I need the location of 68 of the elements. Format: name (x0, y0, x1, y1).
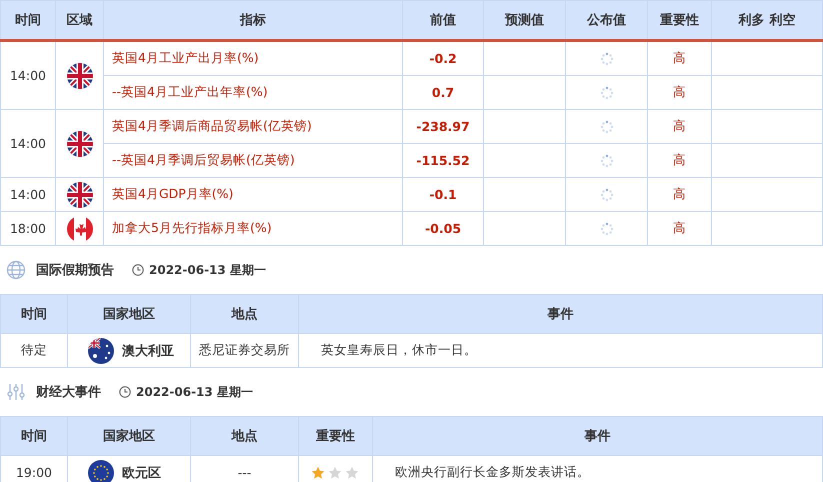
previous-value-cell: -115.52 (402, 144, 484, 178)
uk-flag-icon (66, 182, 92, 208)
loading-icon (600, 86, 614, 100)
indicator-cell: --英国4月季调后贸易帐(亿英镑) (104, 144, 402, 178)
empty-star-icon (345, 466, 359, 480)
importance-cell: 高 (648, 40, 712, 76)
time-cell: 18:00 (0, 212, 56, 246)
clock-icon (119, 386, 131, 398)
previous-value-cell: 0.7 (402, 76, 484, 110)
loading-icon (600, 120, 614, 134)
importance-cell: 高 (648, 110, 712, 144)
column-header: 利多 利空 (712, 0, 822, 40)
country-name: 澳大利亚 (122, 342, 174, 360)
column-header: 重要性 (648, 0, 712, 40)
sliders-icon (6, 382, 26, 402)
column-header: 事件 (372, 416, 822, 456)
indicator-cell: 英国4月GDP月率(%) (104, 178, 402, 212)
globe-icon (6, 260, 26, 280)
indicator-cell: --英国4月工业产出年率(%) (104, 76, 402, 110)
column-header: 地点 (190, 416, 298, 456)
place-cell: 悉尼证券交易所 (190, 334, 298, 368)
section-date: 2022-06-13 星期一 (149, 262, 266, 278)
loading-icon (600, 222, 614, 236)
clock-icon (132, 264, 144, 276)
canada-flag-icon (66, 216, 92, 242)
empty-star-icon (328, 466, 342, 480)
column-header: 公布值 (566, 0, 648, 40)
importance-cell: 高 (648, 144, 712, 178)
indicator-cell: 加拿大5月先行指标月率(%) (104, 212, 402, 246)
column-header: 时间 (0, 416, 68, 456)
time-cell: 14:00 (0, 178, 56, 212)
importance-cell: 高 (648, 178, 712, 212)
column-header: 事件 (298, 294, 822, 334)
time-cell: 待定 (0, 334, 68, 368)
previous-value-cell: -238.97 (402, 110, 484, 144)
section-title: 国际假期预告 (36, 262, 114, 279)
uk-flag-icon (66, 130, 92, 156)
importance-cell: 高 (648, 76, 712, 110)
loading-icon (600, 52, 614, 66)
australia-flag-icon (88, 338, 114, 364)
column-header: 国家地区 (68, 294, 190, 334)
column-header: 预测值 (484, 0, 566, 40)
column-header: 区域 (56, 0, 104, 40)
indicator-cell: 英国4月工业产出月率(%) (104, 40, 402, 76)
section-date: 2022-06-13 星期一 (136, 384, 253, 400)
column-header: 国家地区 (68, 416, 190, 456)
previous-value-cell: -0.1 (402, 178, 484, 212)
section-title: 财经大事件 (36, 384, 101, 401)
time-cell: 14:00 (0, 40, 56, 110)
eu-flag-icon (88, 460, 114, 482)
previous-value-cell: -0.2 (402, 40, 484, 76)
column-header: 重要性 (298, 416, 372, 456)
indicator-cell: 英国4月季调后商品贸易帐(亿英镑) (104, 110, 402, 144)
filled-star-icon (311, 466, 325, 480)
uk-flag-icon (66, 62, 92, 88)
loading-icon (600, 188, 614, 202)
event-cell: 英女皇寿辰日，休市一日。 (298, 334, 822, 368)
time-cell: 14:00 (0, 110, 56, 178)
column-header: 时间 (0, 0, 56, 40)
importance-cell: 高 (648, 212, 712, 246)
column-header: 指标 (104, 0, 402, 40)
column-header: 时间 (0, 294, 68, 334)
column-header: 前值 (402, 0, 484, 40)
previous-value-cell: -0.05 (402, 212, 484, 246)
column-header: 地点 (190, 294, 298, 334)
loading-icon (600, 154, 614, 168)
time-cell: 19:00 (0, 456, 68, 482)
country-name: 欧元区 (122, 464, 161, 482)
